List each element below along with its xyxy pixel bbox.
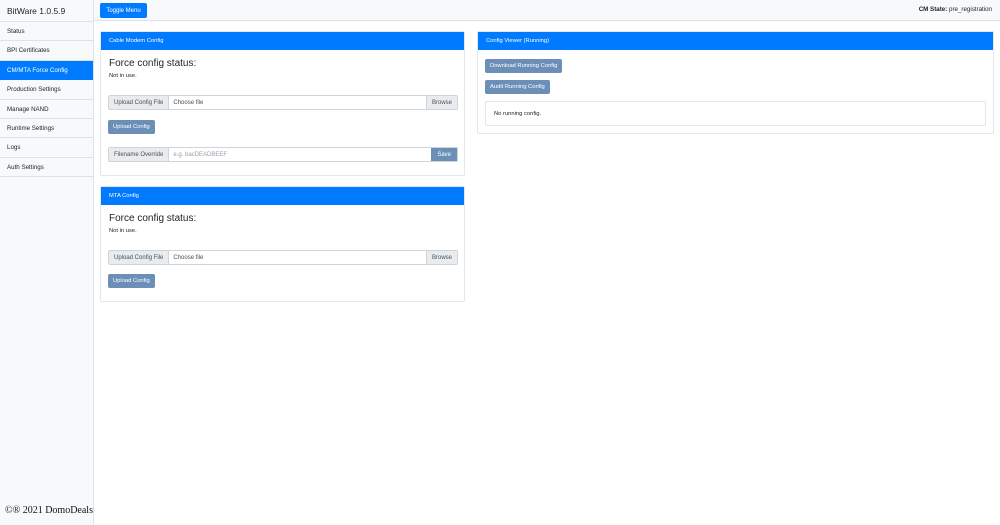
mta-upload-config-button[interactable]: Upload Config	[108, 274, 155, 288]
audit-running-config-button[interactable]: Audit Running Config	[485, 80, 550, 94]
card-header: Cable Modem Config	[101, 32, 464, 50]
save-button[interactable]: Save	[431, 148, 457, 161]
sidebar-item-bpi-certificates[interactable]: BPI Certificates	[0, 41, 93, 61]
filename-override-row: Filename Override e.g. bacDEADBEEF Save	[108, 147, 458, 162]
force-config-status-heading: Force config status:	[109, 58, 197, 69]
force-config-status-text: Not in use.	[109, 228, 137, 234]
cm-state-label: CM State:	[918, 6, 948, 13]
top-bar: Toggle Menu CM State: pre_registration	[94, 0, 1000, 21]
cm-state: CM State: pre_registration	[919, 6, 992, 13]
upload-config-file-label: Upload Config File	[109, 96, 170, 109]
browse-button[interactable]: Browse	[425, 251, 457, 264]
watermark: ©® 2021 DomoDeals	[5, 505, 93, 516]
sidebar-item-status[interactable]: Status	[0, 22, 93, 42]
choose-file-text[interactable]: Choose file	[169, 251, 426, 264]
running-config-box: No running config.	[485, 101, 986, 126]
cm-state-value: pre_registration	[949, 6, 992, 13]
cable-modem-config-card: Cable Modem Config Force config status: …	[100, 31, 465, 176]
upload-config-file-label: Upload Config File	[109, 251, 170, 264]
choose-file-text[interactable]: Choose file	[169, 96, 426, 109]
card-header: Config Viewer (Running)	[478, 32, 993, 50]
mta-upload-file-input[interactable]: Upload Config File Choose file Browse	[108, 250, 458, 265]
config-viewer-card: Config Viewer (Running) Download Running…	[477, 31, 994, 134]
cm-upload-config-button[interactable]: Upload Config	[108, 120, 155, 134]
app-brand: BitWare 1.0.5.9	[0, 0, 93, 22]
mta-config-card: MTA Config Force config status: Not in u…	[100, 186, 465, 302]
sidebar-item-force-config[interactable]: CM/MTA Force Config	[0, 60, 93, 81]
sidebar-item-auth-settings[interactable]: Auth Settings	[0, 157, 93, 178]
sidebar-item-manage-nand[interactable]: Manage NAND	[0, 99, 93, 119]
filename-override-label: Filename Override	[109, 148, 170, 161]
force-config-status-text: Not in use.	[109, 73, 137, 79]
cm-upload-file-input[interactable]: Upload Config File Choose file Browse	[108, 95, 458, 110]
card-header: MTA Config	[101, 187, 464, 205]
download-running-config-button[interactable]: Download Running Config	[485, 59, 563, 73]
sidebar: BitWare 1.0.5.9 Status BPI Certificates …	[0, 0, 94, 525]
filename-override-input[interactable]: e.g. bacDEADBEEF	[169, 148, 432, 161]
force-config-status-heading: Force config status:	[109, 213, 197, 224]
sidebar-item-production-settings[interactable]: Production Settings	[0, 80, 93, 100]
sidebar-item-runtime-settings[interactable]: Runtime Settings	[0, 118, 93, 139]
browse-button[interactable]: Browse	[425, 96, 457, 109]
toggle-menu-button[interactable]: Toggle Menu	[100, 3, 147, 18]
sidebar-item-logs[interactable]: Logs	[0, 138, 93, 158]
